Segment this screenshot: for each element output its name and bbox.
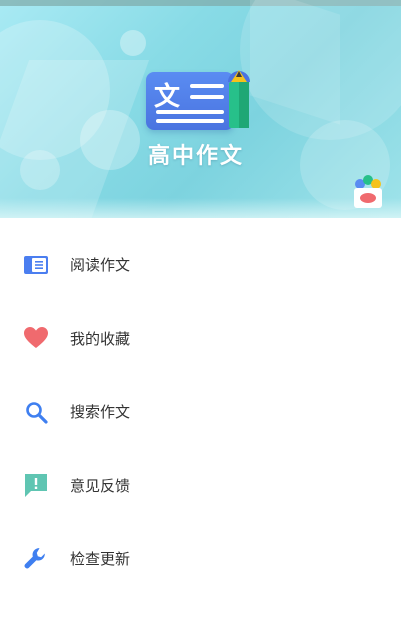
menu-item-label: 检查更新 [70, 550, 131, 569]
menu-item-label: 阅读作文 [70, 256, 131, 275]
navigation-drawer: 文 高中作文 阅读作文 我的收藏 搜索作文 意见反馈 检查更新 [0, 0, 401, 622]
menu-item-label: 搜索作文 [70, 403, 131, 422]
app-badge-icon [354, 175, 382, 208]
pencil-icon [228, 70, 250, 128]
drawer-menu: 阅读作文 我的收藏 搜索作文 意见反馈 检查更新 [0, 228, 401, 596]
logo-glyph: 文 [154, 82, 181, 112]
menu-item-search-essay[interactable]: 搜索作文 [0, 375, 401, 449]
app-logo: 文 [146, 68, 266, 132]
menu-item-my-favorites[interactable]: 我的收藏 [0, 302, 401, 376]
book-icon [22, 251, 50, 279]
heart-icon [22, 324, 50, 352]
search-icon [22, 398, 50, 426]
feedback-icon [22, 471, 50, 499]
app-title: 高中作文 [148, 144, 245, 169]
drawer-header-banner: 文 高中作文 [0, 0, 401, 218]
menu-item-feedback[interactable]: 意见反馈 [0, 449, 401, 523]
menu-item-label: 意见反馈 [70, 476, 131, 495]
menu-item-label: 我的收藏 [70, 329, 131, 348]
wrench-icon [22, 545, 50, 573]
logo-card: 文 [146, 72, 234, 130]
menu-item-read-essay[interactable]: 阅读作文 [0, 228, 401, 302]
menu-item-check-update[interactable]: 检查更新 [0, 522, 401, 596]
